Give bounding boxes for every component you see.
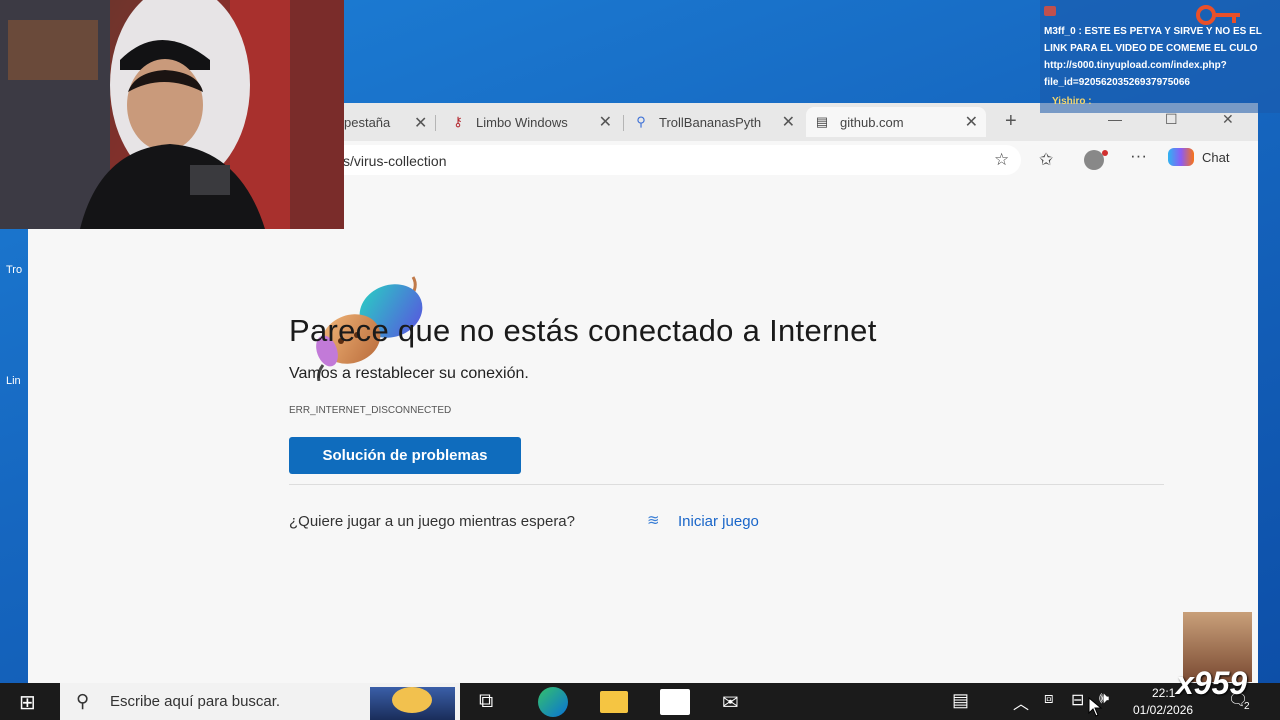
copilot-icon (1168, 148, 1194, 166)
tab-label: pestaña (344, 114, 391, 130)
surf-wave-icon: ≋ (647, 512, 660, 529)
key-icon (1196, 5, 1240, 25)
address-text: cs/virus-collection (336, 153, 447, 169)
file-explorer-icon[interactable] (600, 691, 628, 713)
streamer-image (0, 0, 344, 229)
start-game-link[interactable]: Iniciar juego (678, 513, 759, 530)
search-placeholder: Escribe aquí para buscar. (110, 693, 281, 710)
chevron-up-icon[interactable]: ︿ (1013, 690, 1029, 714)
page-icon: ▤ (815, 114, 829, 129)
tab-trollbananas[interactable]: ⚲ TrollBananasPyth ✕ (633, 107, 803, 137)
chat-message: LINK PARA EL VIDEO DE COMEME EL CULO (1044, 43, 1258, 54)
webcam-overlay (0, 0, 344, 229)
network-icon[interactable]: ⊟ (1071, 690, 1084, 710)
chat-username: Yishiro : (1052, 96, 1092, 107)
tab-label: github.com (840, 114, 904, 130)
minimize-icon[interactable]: — (1108, 111, 1122, 127)
error-subtitle: Vamos a restablecer su conexión. (289, 365, 529, 382)
clock-date[interactable]: 01/02/2026 (1133, 703, 1193, 717)
copilot-chat-button[interactable]: Chat (1168, 148, 1229, 166)
error-code: ERR_INTERNET_DISCONNECTED (289, 405, 452, 416)
close-icon[interactable]: ✕ (965, 112, 978, 132)
new-tab-plus-icon[interactable]: + (1005, 110, 1017, 133)
notification-dot (1102, 150, 1108, 156)
star-icon[interactable]: ☆ (994, 150, 1009, 170)
battery-icon[interactable]: ⧈ (1044, 690, 1054, 707)
divider (289, 484, 1164, 485)
notification-count: 2 (1244, 701, 1250, 712)
watermark: x959 (1176, 665, 1248, 701)
chat-message: file_id=92056203526937975066 (1044, 77, 1190, 88)
mouse-cursor-icon (1088, 697, 1103, 717)
chat-label: Chat (1202, 149, 1230, 165)
close-window-icon[interactable]: ✕ (1222, 111, 1234, 128)
moon-icon (392, 687, 432, 713)
error-title: Parece que no estás conectado a Internet (289, 313, 877, 348)
task-view-icon[interactable]: ⧉ (479, 690, 493, 713)
tab-separator (435, 115, 436, 131)
close-icon[interactable]: ✕ (782, 112, 795, 132)
avatar (1044, 6, 1056, 16)
windows-start-icon[interactable]: ⊞ (19, 690, 36, 715)
more-icon[interactable]: ··· (1130, 146, 1147, 166)
game-question: ¿Quiere jugar a un juego mientras espera… (289, 513, 575, 530)
tab-limbo[interactable]: ⚷ Limbo Windows ✕ (450, 107, 620, 137)
stream-chat-overlay: M3ff_0 : ESTE ES PETYA Y SIRVE Y NO ES E… (1040, 0, 1280, 113)
close-icon[interactable]: ✕ (414, 113, 427, 133)
tab-label: Limbo Windows (476, 114, 568, 130)
tab-separator (623, 115, 624, 131)
taskbar-search[interactable]: ⚲ Escribe aquí para buscar. (60, 683, 460, 720)
maximize-icon[interactable]: ☐ (1165, 111, 1178, 128)
store-icon[interactable] (660, 689, 690, 715)
search-icon: ⚲ (636, 114, 646, 129)
edge-icon[interactable] (538, 687, 568, 717)
mail-icon[interactable]: ✉ (722, 690, 739, 715)
favorites-icon[interactable]: ✩ (1039, 150, 1053, 170)
tab-label: TrollBananasPyth (659, 114, 762, 130)
profile-icon[interactable] (1084, 150, 1104, 170)
close-icon[interactable]: ✕ (599, 112, 612, 132)
troubleshoot-button[interactable]: Solución de problemas (289, 437, 521, 474)
chat-message: http://s000.tinyupload.com/index.php? (1044, 60, 1227, 71)
search-icon: ⚲ (76, 691, 90, 711)
clock-time[interactable]: 22:1 (1152, 686, 1175, 700)
tab-new-tab[interactable]: pestaña (344, 107, 444, 137)
tab-github[interactable]: ▤ github.com ✕ (806, 107, 986, 137)
news-icon[interactable]: ▤ (952, 690, 969, 711)
error-page: Parece que no estás conectado a Internet… (28, 181, 1258, 683)
key-icon: ⚷ (453, 114, 463, 129)
desktop-icon-label[interactable]: Tro (6, 264, 22, 276)
desktop-icon-label[interactable]: Lin (6, 375, 21, 387)
